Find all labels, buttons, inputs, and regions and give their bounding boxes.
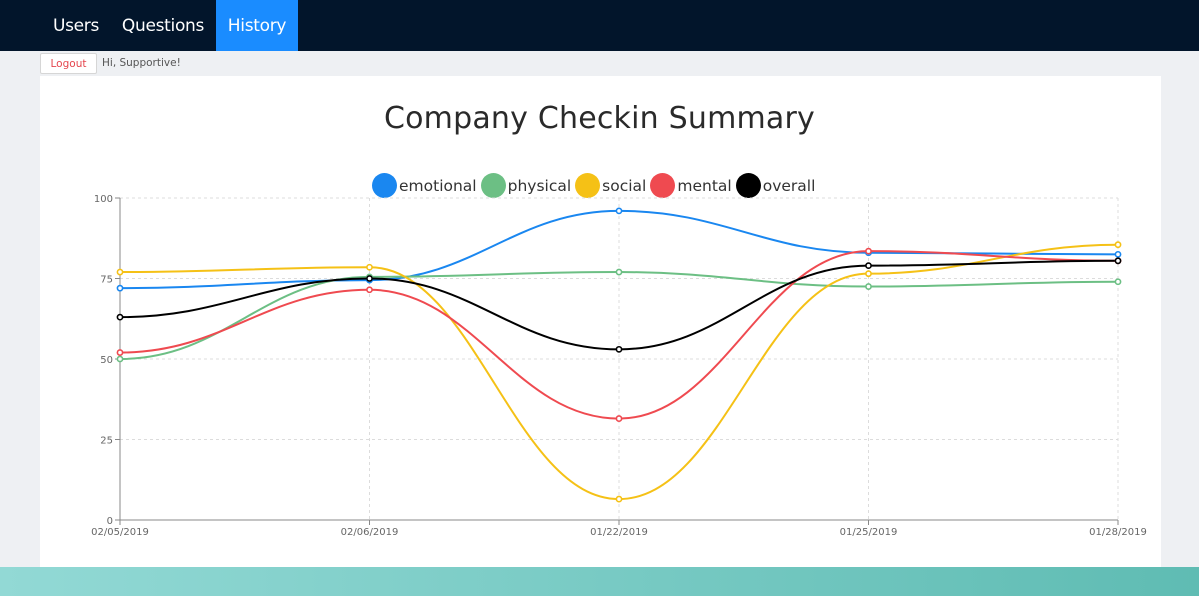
line-chart: 0 25 50 75 100 02/05/2019 02/06/2019 01/22/2019… [91,194,1147,538]
footer-band [0,567,1199,596]
data-point-social [116,268,124,276]
data-point-physical [615,268,623,276]
x-tick-label: 01/25/2019 [840,527,898,538]
x-tick-label: 02/06/2019 [341,527,399,538]
y-tick-label: 75 [100,275,113,286]
data-point-overall [1114,257,1122,265]
data-point-social [366,263,373,271]
data-point-physical [865,283,872,290]
data-point-emotional [116,284,124,292]
data-point-emotional [615,207,623,215]
data-point-mental [366,286,373,294]
data-point-social [615,495,623,503]
data-point-social [1114,241,1122,249]
data-point-emotional [1114,250,1122,258]
y-tick-label: 50 [100,355,113,366]
x-tick-label: 01/28/2019 [1089,527,1147,538]
data-point-overall [615,345,623,353]
x-tick-label: 02/05/2019 [91,527,149,538]
y-tick-label: 25 [100,436,113,447]
data-point-mental [615,415,623,422]
data-point-mental [116,349,124,356]
data-point-overall [865,262,872,270]
data-point-physical [1114,278,1122,286]
data-point-overall [366,275,373,282]
data-point-overall [116,313,124,321]
x-tick-label: 01/22/2019 [590,527,648,538]
y-tick-label: 100 [94,194,113,205]
data-point-social [865,270,872,278]
data-point-physical [116,355,124,363]
y-tick-label: 0 [107,516,113,527]
data-point-mental [865,247,872,255]
